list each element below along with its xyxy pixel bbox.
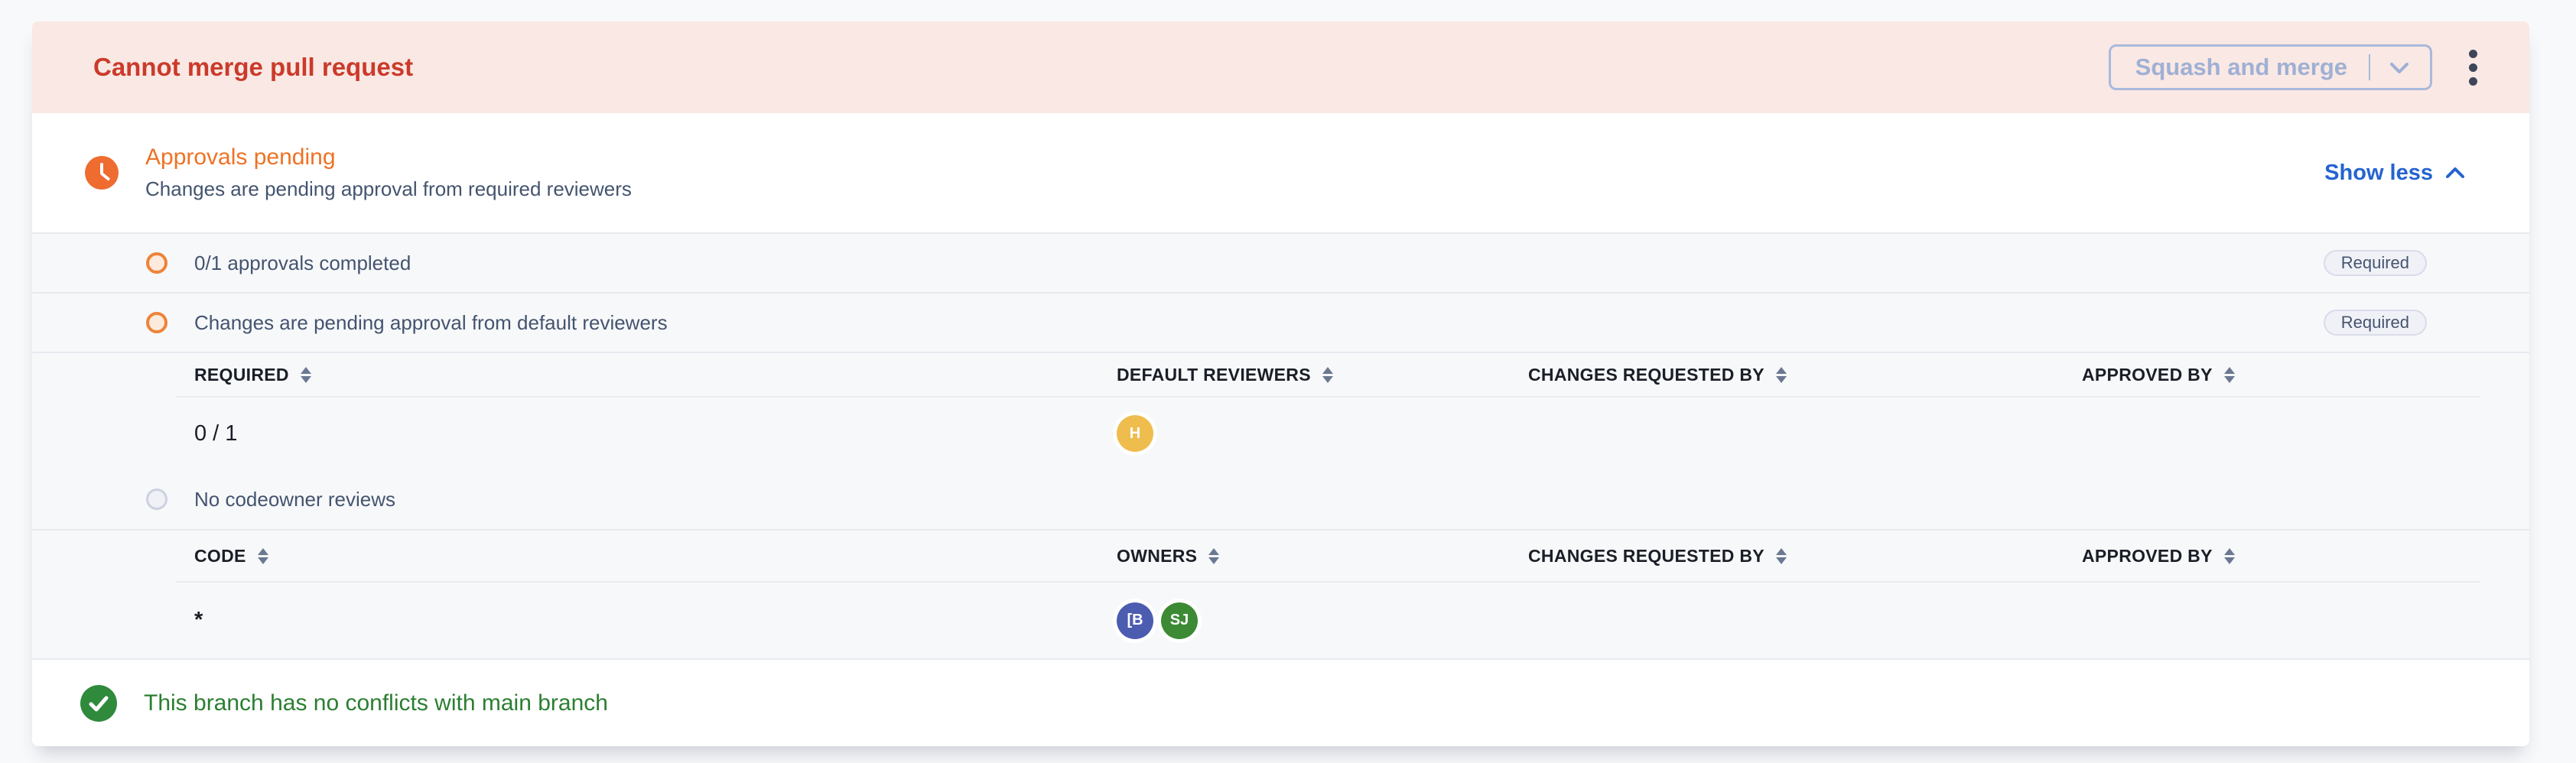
required-badge: Required [2324,250,2427,276]
no-conflicts-row: This branch has no conflicts with main b… [32,660,2529,746]
sort-icon [1776,548,1787,564]
squash-and-merge-button[interactable]: Squash and merge [2109,44,2432,90]
kebab-dot [2469,50,2477,58]
more-options-button[interactable] [2469,50,2477,86]
kebab-dot [2469,77,2477,86]
merge-checks-list: 0/1 approvals completed Required Changes… [32,232,2529,660]
status-title: Approvals pending [145,144,632,170]
pending-status-icon [146,252,168,274]
merge-button-label: Squash and merge [2135,54,2347,81]
column-header-approved-by[interactable]: APPROVED BY [2082,546,2480,567]
merge-options-chevron[interactable] [2389,54,2410,81]
chevron-up-icon [2445,167,2465,179]
sort-icon [1776,367,1787,383]
status-text: Approvals pending Changes are pending ap… [145,144,632,201]
no-conflicts-label: This branch has no conflicts with main b… [144,690,608,716]
sort-icon [1208,548,1219,564]
sort-icon [1322,367,1333,383]
check-row-approvals-completed: 0/1 approvals completed Required [32,234,2529,294]
show-less-label: Show less [2324,161,2433,186]
required-badge: Required [2324,310,2427,336]
column-header-code[interactable]: CODE [176,546,1117,567]
check-success-icon [80,685,117,722]
approvals-pending-section: Approvals pending Changes are pending ap… [32,113,2529,232]
column-header-owners[interactable]: OWNERS [1117,546,1528,567]
column-header-approved-by[interactable]: APPROVED BY [2082,365,2480,385]
avatar[interactable]: H [1117,415,1153,452]
codeowners-table: CODE OWNERS CHANGES REQUESTED BY APPROVE… [176,531,2480,658]
column-header-changes-requested-by[interactable]: CHANGES REQUESTED BY [1528,546,2082,567]
table-row: 0 / 1 H [176,398,2480,469]
sort-icon [301,367,311,383]
required-count-cell: 0 / 1 [176,421,1117,446]
check-row-default-reviewers: Changes are pending approval from defaul… [32,294,2529,353]
column-header-changes-requested-by[interactable]: CHANGES REQUESTED BY [1528,365,2082,385]
code-pattern-cell: * [176,608,1117,633]
check-label: 0/1 approvals completed [194,252,411,275]
status-subtitle: Changes are pending approval from requir… [145,177,632,201]
column-header-default-reviewers[interactable]: DEFAULT REVIEWERS [1117,365,1528,385]
clock-pending-icon [85,156,119,190]
show-less-link[interactable]: Show less [2324,161,2465,186]
chevron-down-icon [2389,61,2410,75]
check-label: Changes are pending approval from defaul… [194,311,668,335]
pending-status-icon [146,312,168,333]
sort-icon [2224,548,2235,564]
owners-cell: [B SJ [1117,602,1528,639]
avatar[interactable]: [B [1117,602,1153,639]
button-divider [2369,54,2370,80]
merge-checks-panel: Cannot merge pull request Squash and mer… [32,21,2529,746]
table-row: * [B SJ [176,583,2480,658]
avatar[interactable]: SJ [1161,602,1198,639]
kebab-dot [2469,63,2477,72]
table-header-row: REQUIRED DEFAULT REVIEWERS CHANGES REQUE… [176,353,2480,398]
default-reviewers-table: REQUIRED DEFAULT REVIEWERS CHANGES REQUE… [176,353,2480,469]
neutral-status-icon [146,489,168,510]
check-row-codeowner: No codeowner reviews [32,469,2529,531]
banner-title: Cannot merge pull request [93,53,2109,82]
sort-icon [258,548,268,564]
table-header-row: CODE OWNERS CHANGES REQUESTED BY APPROVE… [176,531,2480,583]
column-header-required[interactable]: REQUIRED [176,365,1117,385]
check-label: No codeowner reviews [194,488,395,511]
default-reviewers-cell: H [1117,415,1528,452]
sort-icon [2224,367,2235,383]
cannot-merge-banner: Cannot merge pull request Squash and mer… [32,21,2529,113]
